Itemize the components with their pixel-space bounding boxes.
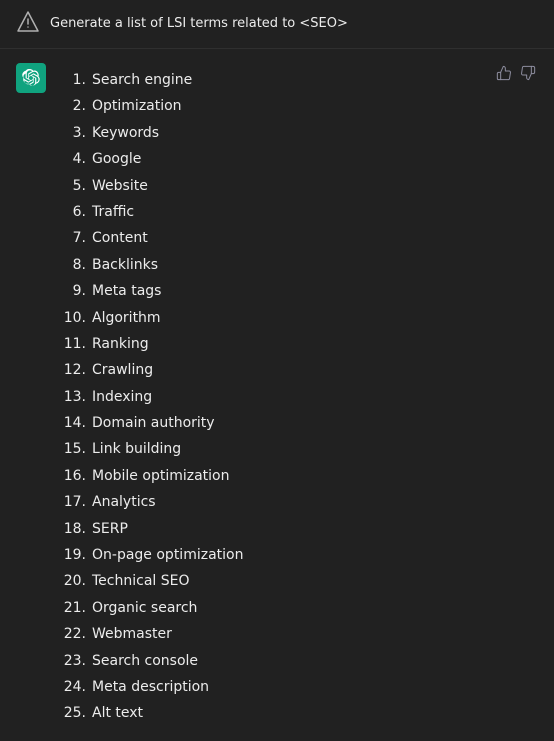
list-item: 1. Search engine	[58, 67, 538, 93]
list-item-number: 24.	[58, 676, 86, 698]
list-item-text: Link building	[92, 438, 181, 460]
list-item: 5. Website	[58, 173, 538, 199]
message-content: 1.Search engine2.Optimization3.Keywords4…	[58, 63, 538, 727]
top-bar-text: Generate a list of LSI terms related to …	[50, 15, 348, 33]
list-item-text: Technical SEO	[92, 570, 190, 592]
list-item-number: 10.	[58, 307, 86, 329]
list-item-number: 9.	[58, 280, 86, 302]
list-item: 3. Keywords	[58, 120, 538, 146]
list-item: 8. Backlinks	[58, 252, 538, 278]
list-item: 23. Search console	[58, 648, 538, 674]
list-item-text: Organic search	[92, 597, 197, 619]
list-item-text: On-page optimization	[92, 544, 243, 566]
list-item-number: 8.	[58, 254, 86, 276]
list-item: 24. Meta description	[58, 674, 538, 700]
list-item-number: 23.	[58, 650, 86, 672]
list-item-text: Crawling	[92, 359, 153, 381]
thumbs-down-button[interactable]	[518, 63, 538, 83]
list-item-text: Indexing	[92, 386, 152, 408]
list-item-number: 20.	[58, 570, 86, 592]
list-item-number: 11.	[58, 333, 86, 355]
list-item-text: Content	[92, 227, 148, 249]
avatar	[16, 63, 46, 93]
list-item-text: Algorithm	[92, 307, 161, 329]
list-item-text: Analytics	[92, 491, 156, 513]
list-item: 15. Link building	[58, 436, 538, 462]
warning-icon	[16, 10, 40, 38]
list-item: 14. Domain authority	[58, 410, 538, 436]
list-item-number: 2.	[58, 95, 86, 117]
list-item: 20. Technical SEO	[58, 568, 538, 594]
list-item: 4. Google	[58, 146, 538, 172]
list-item-text: Mobile optimization	[92, 465, 229, 487]
message-container: 1.Search engine2.Optimization3.Keywords4…	[0, 49, 554, 741]
list-item: 25. Alt text	[58, 700, 538, 726]
list-item-text: Traffic	[92, 201, 134, 223]
list-item: 12. Crawling	[58, 357, 538, 383]
list-item: 11. Ranking	[58, 331, 538, 357]
list-item-number: 21.	[58, 597, 86, 619]
lsi-terms-list: 1.Search engine2.Optimization3.Keywords4…	[58, 67, 538, 727]
list-item: 7. Content	[58, 225, 538, 251]
list-item-text: Google	[92, 148, 141, 170]
list-item-text: Backlinks	[92, 254, 158, 276]
list-item: 9. Meta tags	[58, 278, 538, 304]
list-item-number: 15.	[58, 438, 86, 460]
list-item-number: 25.	[58, 702, 86, 724]
list-item-number: 7.	[58, 227, 86, 249]
list-item-text: Website	[92, 175, 148, 197]
list-item: 19. On-page optimization	[58, 542, 538, 568]
list-item: 10. Algorithm	[58, 305, 538, 331]
list-item: 16. Mobile optimization	[58, 463, 538, 489]
list-item-number: 6.	[58, 201, 86, 223]
list-item-number: 12.	[58, 359, 86, 381]
list-item-text: Alt text	[92, 702, 143, 724]
list-item-text: SERP	[92, 518, 128, 540]
actions-row	[494, 63, 538, 83]
list-item-number: 5.	[58, 175, 86, 197]
list-item-text: Search console	[92, 650, 198, 672]
list-item-text: Keywords	[92, 122, 159, 144]
list-item-text: Domain authority	[92, 412, 215, 434]
list-item: 17. Analytics	[58, 489, 538, 515]
list-item-text: Meta description	[92, 676, 209, 698]
list-item-number: 16.	[58, 465, 86, 487]
list-item: 18. SERP	[58, 516, 538, 542]
list-item: 22. Webmaster	[58, 621, 538, 647]
list-item-number: 4.	[58, 148, 86, 170]
list-item-number: 17.	[58, 491, 86, 513]
list-item-number: 13.	[58, 386, 86, 408]
list-item: 13. Indexing	[58, 384, 538, 410]
list-item-number: 22.	[58, 623, 86, 645]
list-item-text: Search engine	[92, 69, 192, 91]
list-item-text: Optimization	[92, 95, 182, 117]
list-item-number: 3.	[58, 122, 86, 144]
list-item-number: 14.	[58, 412, 86, 434]
thumbs-up-button[interactable]	[494, 63, 514, 83]
list-item-number: 19.	[58, 544, 86, 566]
list-item: 6. Traffic	[58, 199, 538, 225]
list-item-text: Meta tags	[92, 280, 161, 302]
list-item-number: 18.	[58, 518, 86, 540]
list-item-text: Ranking	[92, 333, 149, 355]
list-item: 21. Organic search	[58, 595, 538, 621]
top-bar: Generate a list of LSI terms related to …	[0, 0, 554, 49]
list-item-number: 1.	[58, 69, 86, 91]
list-item: 2. Optimization	[58, 93, 538, 119]
list-item-text: Webmaster	[92, 623, 172, 645]
